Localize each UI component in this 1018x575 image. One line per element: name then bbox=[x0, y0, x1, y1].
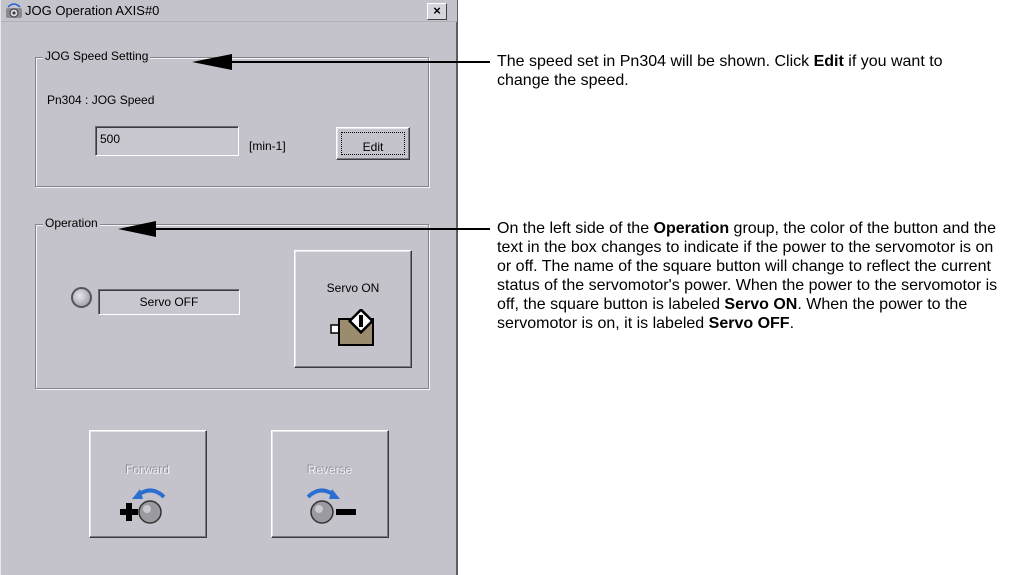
jog-speed-setting-group: JOG Speed Setting bbox=[35, 49, 429, 187]
group-legend: Operation bbox=[43, 216, 100, 230]
forward-rotate-icon bbox=[120, 488, 166, 524]
reverse-label: Reverse bbox=[307, 463, 353, 477]
servo-status-text: Servo OFF bbox=[139, 295, 199, 309]
group-legend: JOG Speed Setting bbox=[43, 49, 151, 63]
operation-annotation-text: . bbox=[789, 315, 795, 332]
edit-button[interactable]: Edit bbox=[336, 127, 410, 160]
speed-annotation: The speed set in Pn304 will be shown. Cl… bbox=[497, 52, 997, 90]
jog-app-icon bbox=[6, 3, 22, 18]
reverse-rotate-icon bbox=[306, 488, 356, 524]
operation-annotation-text: On the left side of the bbox=[497, 220, 654, 237]
speed-annotation-text: The speed set in Pn304 will be shown. Cl… bbox=[497, 53, 814, 70]
speed-annotation-edit: Edit bbox=[813, 53, 844, 70]
jog-speed-param-label: Pn304 : JOG Speed bbox=[47, 93, 155, 107]
operation-annotation-bold: Servo OFF bbox=[708, 315, 790, 332]
speed-value: 500 bbox=[100, 132, 121, 146]
servo-motor-icon bbox=[330, 309, 375, 346]
focus-rect bbox=[341, 132, 405, 155]
operation-annotation-bold: Operation bbox=[653, 220, 730, 237]
speed-unit-label: [min-1] bbox=[249, 139, 286, 153]
forward-label: Forward bbox=[125, 463, 170, 477]
reverse-button[interactable]: Reverse bbox=[271, 430, 389, 538]
forward-button[interactable]: Forward bbox=[89, 430, 207, 538]
title-bar[interactable]: JOG Operation AXIS#0 × bbox=[1, 0, 457, 22]
servo-on-label: Servo ON bbox=[326, 281, 380, 295]
servo-on-button[interactable]: Servo ON bbox=[294, 250, 412, 368]
window-title: JOG Operation AXIS#0 bbox=[25, 3, 160, 18]
operation-annotation-bold: Servo ON bbox=[724, 296, 798, 313]
servo-status-indicator bbox=[71, 287, 92, 308]
close-button[interactable]: × bbox=[427, 3, 447, 20]
jog-operation-window: JOG Operation AXIS#0 × JOG Speed Setting… bbox=[0, 0, 458, 575]
operation-annotation: On the left side of the Operation group,… bbox=[497, 219, 1002, 333]
speed-value-field[interactable]: 500 bbox=[95, 126, 239, 156]
servo-status-box: Servo OFF bbox=[98, 289, 240, 315]
